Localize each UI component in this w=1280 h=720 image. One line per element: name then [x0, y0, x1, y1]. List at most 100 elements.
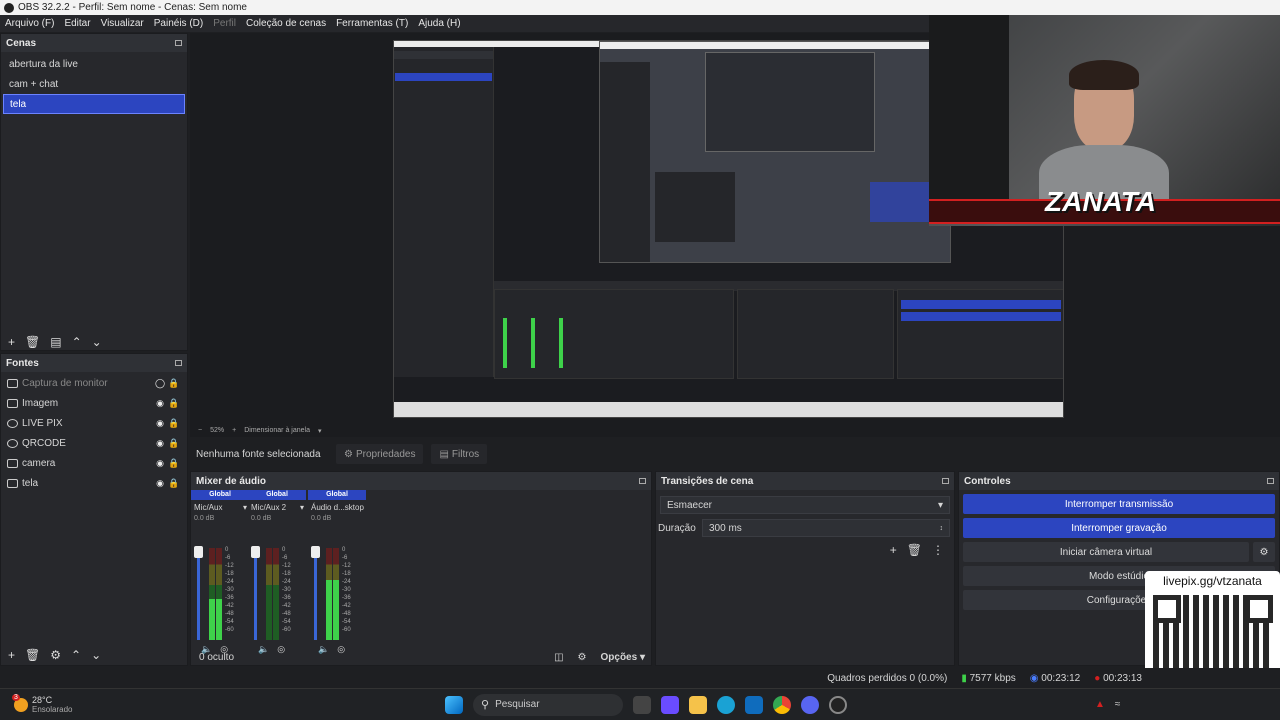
dock-icon[interactable] [175, 40, 182, 46]
channel-name-select[interactable]: Áudio d...sktop 2▾ [308, 500, 366, 512]
transition-select[interactable]: Esmaecer ▾ [660, 496, 950, 514]
eye-icon[interactable]: ◉ [153, 478, 167, 489]
scene-item[interactable]: cam + chat [3, 74, 185, 94]
mixer-channel: Global Mic/Aux 2 ▾ 0.0 dB 0 -6 -12 -18 -24 -30 -36… [248, 490, 306, 654]
volume-slider[interactable] [251, 546, 260, 640]
zoom-level[interactable]: 52% [210, 427, 224, 434]
volume-slider-handle[interactable] [194, 546, 203, 558]
network-icon[interactable]: ≈ [1115, 699, 1121, 710]
record-icon: ● [1094, 672, 1101, 684]
filter-icon[interactable]: ▤ [50, 335, 61, 349]
chevron-down-icon[interactable]: ▾ [318, 427, 322, 435]
trash-icon[interactable]: 🗑 [907, 543, 922, 557]
eye-icon[interactable]: ◉ [153, 418, 167, 429]
lock-icon[interactable]: 🔒 [167, 458, 181, 469]
stop-stream-button[interactable]: Interromper transmissão [963, 494, 1275, 514]
source-item[interactable]: tela ◉ 🔒 [1, 473, 187, 493]
search-box[interactable]: ⚲ Pesquisar [473, 693, 623, 716]
db-scale-tick: -12 [342, 563, 351, 569]
dock-icon[interactable] [942, 478, 949, 484]
menu-profile[interactable]: Perfil [208, 18, 241, 29]
chrome-icon[interactable] [773, 695, 791, 714]
db-scale-tick: -12 [282, 563, 291, 569]
eye-hidden-icon[interactable]: ◯ [153, 378, 167, 389]
db-scale-tick: -6 [282, 555, 288, 561]
menu-edit[interactable]: Editar [59, 18, 95, 29]
source-item[interactable]: camera ◉ 🔒 [1, 453, 187, 473]
arrow-up-icon[interactable]: ⌃ [72, 335, 82, 349]
lock-icon[interactable]: 🔒 [167, 378, 181, 389]
lock-icon[interactable]: 🔒 [167, 418, 181, 429]
gear-icon[interactable]: ⚙ [50, 648, 61, 662]
source-item[interactable]: QRCODE ◉ 🔒 [1, 433, 187, 453]
eye-icon[interactable]: ◉ [153, 438, 167, 449]
discord-icon[interactable] [801, 695, 819, 714]
menu-docks[interactable]: Painéis (D) [149, 18, 208, 29]
duration-spinbox[interactable]: 300 ms ↕ [702, 519, 950, 537]
layout-icon[interactable]: ◫ [554, 652, 563, 663]
start-icon[interactable] [445, 695, 463, 714]
lock-icon[interactable]: 🔒 [167, 398, 181, 409]
stop-record-button[interactable]: Interromper gravação [963, 518, 1275, 538]
gear-icon[interactable]: ⚙ [578, 652, 587, 663]
lock-icon[interactable]: 🔒 [167, 478, 181, 489]
source-item[interactable]: LIVE PIX ◉ 🔒 [1, 413, 187, 433]
lock-icon[interactable]: 🔒 [167, 438, 181, 449]
obs-icon[interactable] [829, 695, 847, 714]
filters-button[interactable]: ▤ Filtros [431, 444, 488, 464]
zoom-in-icon[interactable]: + [232, 427, 236, 434]
add-icon[interactable]: + [8, 648, 15, 662]
arrow-down-icon[interactable]: ⌄ [91, 648, 101, 662]
add-icon[interactable]: + [8, 335, 15, 349]
dock-icon[interactable] [1267, 478, 1274, 484]
scene-item-selected[interactable]: tela [3, 94, 185, 114]
source-item[interactable]: Captura de monitor ◯ 🔒 [1, 373, 187, 393]
weather-badge: 3 [12, 693, 20, 701]
menu-help[interactable]: Ajuda (H) [413, 18, 465, 29]
scale-mode-select[interactable]: Dimensionar à janela [244, 427, 310, 434]
source-item[interactable]: Imagem ◉ 🔒 [1, 393, 187, 413]
eye-icon[interactable]: ◉ [153, 398, 167, 409]
store-icon[interactable] [745, 695, 763, 714]
teams-icon[interactable] [661, 695, 679, 714]
properties-button[interactable]: ⚙ Propriedades [336, 444, 424, 464]
trash-icon[interactable]: 🗑 [25, 648, 40, 662]
scene-item[interactable]: abertura da live [3, 54, 185, 74]
edge-icon[interactable] [717, 695, 735, 714]
menu-tools[interactable]: Ferramentas (T) [331, 18, 413, 29]
weather-widget[interactable]: 3 28°C Ensolarado [0, 693, 160, 715]
channel-name-select[interactable]: Mic/Aux ▾ [191, 500, 249, 512]
arrow-up-icon[interactable]: ⌃ [71, 648, 81, 662]
db-scale-tick: -42 [342, 603, 351, 609]
db-scale-tick: -60 [225, 627, 234, 633]
add-icon[interactable]: + [890, 543, 897, 557]
dock-icon[interactable] [175, 360, 182, 366]
more-icon[interactable]: ⋮ [932, 543, 944, 557]
zoom-out-icon[interactable]: − [198, 427, 202, 434]
mixer-channel: GlobalÁudio d...sktop 2▾ 0.0 dB 0 -6 -12 -18 -… [308, 490, 366, 654]
options-button[interactable]: Opções ▾ [601, 652, 646, 663]
volume-slider-handle[interactable] [251, 546, 260, 558]
file-explorer-icon[interactable] [689, 695, 707, 714]
virtual-camera-button[interactable]: Iniciar câmera virtual [963, 542, 1249, 562]
db-scale-tick: -36 [225, 595, 234, 601]
volume-slider[interactable] [311, 546, 320, 640]
trash-icon[interactable]: 🗑 [25, 335, 40, 349]
arrow-down-icon[interactable]: ⌄ [92, 335, 102, 349]
virtual-camera-settings-button[interactable]: ⚙ [1253, 542, 1275, 562]
broadcast-icon: ◉ [1029, 672, 1039, 684]
dock-icon[interactable] [639, 478, 646, 484]
menu-view[interactable]: Visualizar [96, 18, 149, 29]
channel-name-select[interactable]: Mic/Aux 2 ▾ [248, 500, 306, 512]
volume-slider-handle[interactable] [311, 546, 320, 558]
eye-icon[interactable]: ◉ [153, 458, 167, 469]
task-view-icon[interactable] [633, 695, 651, 714]
volume-slider[interactable] [194, 546, 203, 640]
gear-icon: ⚙ [344, 448, 353, 460]
menu-file[interactable]: Arquivo (F) [0, 18, 59, 29]
record-tray-icon[interactable]: ▲ [1095, 699, 1105, 710]
nested-capture [599, 41, 951, 263]
nested-transitions [737, 289, 894, 379]
taskbar-center: ⚲ Pesquisar [440, 693, 852, 716]
menu-scene-collection[interactable]: Coleção de cenas [241, 18, 331, 29]
